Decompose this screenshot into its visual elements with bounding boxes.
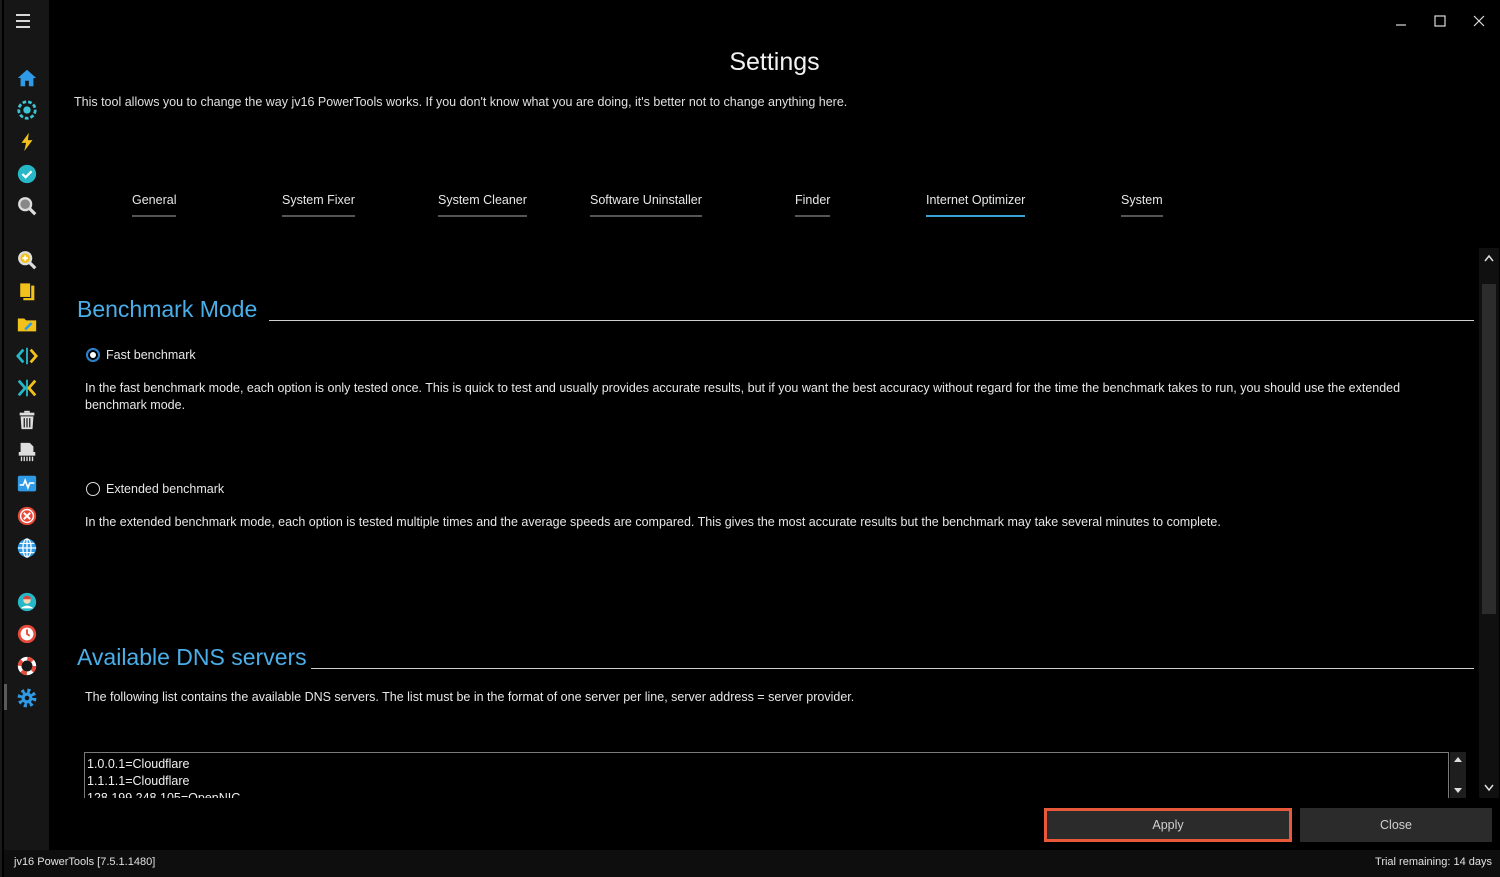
lightning-icon[interactable]	[15, 130, 39, 154]
clock-icon[interactable]	[15, 622, 39, 646]
fast-benchmark-radio[interactable]	[86, 348, 100, 362]
content-scrollbar[interactable]	[1479, 248, 1499, 798]
trial-remaining-label: Trial remaining: 14 days	[1375, 856, 1492, 868]
extended-benchmark-description: In the extended benchmark mode, each opt…	[85, 515, 1221, 529]
folder-edit-icon[interactable]	[15, 312, 39, 336]
dns-servers-description: The following list contains the availabl…	[85, 690, 855, 704]
scroll-down-icon[interactable]	[1484, 784, 1494, 792]
globe-icon[interactable]	[15, 536, 39, 560]
minimize-icon[interactable]	[1389, 10, 1413, 32]
dns-servers-heading: Available DNS servers	[77, 644, 311, 671]
files-icon[interactable]	[15, 280, 39, 304]
lifebuoy-icon[interactable]	[15, 654, 39, 678]
home-icon[interactable]	[15, 66, 39, 90]
search-plus-icon[interactable]	[15, 248, 39, 272]
checkmark-icon[interactable]	[15, 162, 39, 186]
sidebar	[4, 0, 49, 850]
page-title: Settings	[729, 48, 820, 76]
uninstall-x-icon[interactable]	[15, 504, 39, 528]
fast-benchmark-option[interactable]: Fast benchmark	[86, 348, 196, 362]
status-bar: jv16 PowerTools [7.5.1.1480] Trial remai…	[4, 850, 1500, 877]
tab-finder[interactable]: Finder	[795, 193, 831, 217]
settings-content: Benchmark Mode Fast benchmark In the fas…	[49, 248, 1479, 798]
search-icon[interactable]	[15, 194, 39, 218]
close-icon[interactable]	[1467, 10, 1491, 32]
apply-button[interactable]: Apply	[1044, 808, 1292, 842]
tab-general[interactable]: General	[132, 193, 177, 217]
tab-software-uninstaller[interactable]: Software Uninstaller	[590, 193, 702, 217]
monitor-chart-icon[interactable]	[15, 472, 39, 496]
version-label: jv16 PowerTools [7.5.1.1480]	[14, 856, 156, 868]
section-divider	[311, 668, 1474, 669]
shredder-icon[interactable]	[15, 440, 39, 464]
benchmark-mode-heading: Benchmark Mode	[77, 296, 262, 323]
close-button[interactable]: Close	[1300, 808, 1492, 842]
fast-benchmark-label: Fast benchmark	[106, 348, 196, 362]
fast-benchmark-description: In the fast benchmark mode, each option …	[85, 381, 1401, 412]
scroll-up-icon[interactable]	[1484, 254, 1494, 262]
page-description: This tool allows you to change the way j…	[74, 95, 848, 109]
merge-icon[interactable]	[15, 376, 39, 400]
maximize-icon[interactable]	[1428, 10, 1452, 32]
trash-icon[interactable]	[15, 408, 39, 432]
extended-benchmark-radio[interactable]	[86, 482, 100, 496]
tab-system[interactable]: System	[1121, 193, 1163, 217]
extended-benchmark-option[interactable]: Extended benchmark	[86, 482, 224, 496]
dns-servers-textarea[interactable]: 1.0.0.1=Cloudflare 1.1.1.1=Cloudflare 12…	[84, 752, 1449, 798]
tab-system-cleaner[interactable]: System Cleaner	[438, 193, 527, 217]
app-window: Settings This tool allows you to change …	[0, 0, 1500, 877]
tab-internet-optimizer[interactable]: Internet Optimizer	[926, 193, 1026, 217]
dns-list-scrollbar[interactable]	[1450, 752, 1466, 798]
code-brackets-icon[interactable]	[15, 344, 39, 368]
extended-benchmark-label: Extended benchmark	[106, 482, 225, 496]
hamburger-menu-icon[interactable]	[16, 14, 36, 28]
user-avatar-icon[interactable]	[15, 590, 39, 614]
settings-gear-icon[interactable]	[15, 686, 39, 710]
section-divider	[269, 320, 1474, 321]
scroll-thumb[interactable]	[1482, 284, 1496, 614]
active-item-marker	[4, 684, 7, 710]
gear-badge-icon[interactable]	[15, 98, 39, 122]
tab-system-fixer[interactable]: System Fixer	[282, 193, 355, 217]
